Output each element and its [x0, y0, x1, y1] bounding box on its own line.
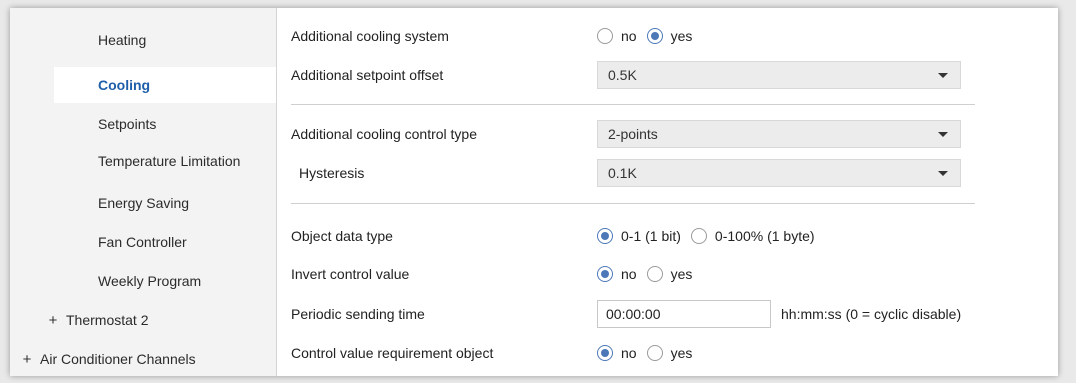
sidebar-item-label: Setpoints [98, 116, 157, 132]
control-type-row: Additional cooling control type 2-points [277, 116, 1058, 152]
additional-cooling-system-label: Additional cooling system [291, 28, 449, 44]
select-value: 0.1K [608, 165, 637, 181]
hysteresis-row: Hysteresis 0.1K [277, 155, 1058, 191]
sidebar-item-label: Weekly Program [98, 273, 202, 289]
additional-setpoint-offset-label: Additional setpoint offset [291, 67, 444, 83]
select-value: 0.5K [608, 67, 637, 83]
sidebar-item-label: Heating [98, 32, 147, 48]
additional-setpoint-offset-row: Additional setpoint offset 0.5K [277, 57, 1058, 93]
radio-no-label[interactable]: no [621, 28, 637, 44]
radio-no-label[interactable]: no [621, 266, 637, 282]
radio-no[interactable] [597, 266, 613, 282]
radio-yes[interactable] [646, 28, 663, 44]
parameter-panel: Additional cooling system no yes Additio… [277, 8, 1058, 376]
parameter-window: Heating Cooling Setpoints Temperature Li… [10, 8, 1058, 376]
hysteresis-select[interactable]: 0.1K [597, 159, 961, 187]
select-value: 2-points [608, 126, 658, 142]
additional-cooling-system-radio-group: no yes [597, 18, 702, 54]
radio-yes-label[interactable]: yes [671, 28, 693, 44]
object-data-type-row: Object data type 0-1 (1 bit) 0-100% (1 b… [277, 218, 1058, 254]
radio-no[interactable] [597, 345, 613, 361]
sidebar-item-label: Cooling [98, 77, 151, 93]
sidebar-group-air-conditioner-channels[interactable]: + Air Conditioner Channels [10, 341, 276, 376]
radio-1-byte-label[interactable]: 0-100% (1 byte) [715, 228, 815, 244]
radio-1-bit[interactable] [597, 228, 613, 244]
additional-cooling-system-row: Additional cooling system no yes [277, 18, 1058, 54]
section-divider [291, 104, 975, 105]
control-value-requirement-row: Control value requirement object no yes [277, 335, 1058, 371]
control-value-requirement-radio-group: no yes [597, 335, 702, 371]
additional-setpoint-offset-select[interactable]: 0.5K [597, 61, 961, 89]
sidebar-item-label: Temperature Limitation [98, 153, 241, 169]
radio-no[interactable] [597, 28, 613, 44]
sidebar-item-setpoints[interactable]: Setpoints [10, 106, 276, 142]
invert-control-value-row: Invert control value no yes [277, 256, 1058, 292]
sidebar-group-label: Thermostat 2 [66, 312, 149, 328]
sidebar-group-label: Air Conditioner Channels [40, 351, 196, 367]
hysteresis-label: Hysteresis [299, 165, 365, 181]
sidebar-item-cooling[interactable]: Cooling [54, 67, 278, 103]
object-data-type-label: Object data type [291, 228, 393, 244]
radio-yes-label[interactable]: yes [671, 266, 693, 282]
chevron-down-icon [938, 73, 948, 78]
sidebar-item-heating[interactable]: Heating [10, 22, 276, 58]
radio-yes[interactable] [646, 345, 663, 361]
chevron-down-icon [938, 132, 948, 137]
periodic-sending-time-unit: hh:mm:ss (0 = cyclic disable) [781, 306, 962, 322]
section-divider [291, 203, 975, 204]
radio-yes-label[interactable]: yes [671, 345, 693, 361]
periodic-sending-time-label: Periodic sending time [291, 306, 425, 322]
invert-control-value-label: Invert control value [291, 266, 410, 282]
periodic-sending-time-row: Periodic sending time 00:00:00 hh:mm:ss … [277, 296, 1058, 332]
radio-1-bit-label[interactable]: 0-1 (1 bit) [621, 228, 681, 244]
control-value-requirement-label: Control value requirement object [291, 345, 494, 361]
sidebar-item-energy-saving[interactable]: Energy Saving [10, 185, 276, 221]
radio-no-label[interactable]: no [621, 345, 637, 361]
expand-icon[interactable]: + [46, 303, 60, 339]
radio-1-byte[interactable] [690, 228, 707, 244]
chevron-down-icon [938, 171, 948, 176]
radio-yes[interactable] [646, 266, 663, 282]
sidebar-item-temperature-limitation[interactable]: Temperature Limitation [10, 143, 276, 179]
periodic-sending-time-input[interactable]: 00:00:00 [597, 300, 771, 328]
sidebar-group-thermostat-2[interactable]: + Thermostat 2 [10, 302, 276, 338]
sidebar-item-label: Fan Controller [98, 234, 187, 250]
expand-icon[interactable]: + [20, 342, 34, 376]
sidebar-item-label: Energy Saving [98, 195, 190, 211]
control-type-label: Additional cooling control type [291, 126, 478, 142]
sidebar: Heating Cooling Setpoints Temperature Li… [10, 8, 278, 376]
object-data-type-radio-group: 0-1 (1 bit) 0-100% (1 byte) [597, 218, 825, 254]
sidebar-item-weekly-program[interactable]: Weekly Program [10, 263, 276, 299]
control-type-select[interactable]: 2-points [597, 120, 961, 148]
sidebar-item-fan-controller[interactable]: Fan Controller [10, 224, 276, 260]
invert-control-value-radio-group: no yes [597, 256, 702, 292]
